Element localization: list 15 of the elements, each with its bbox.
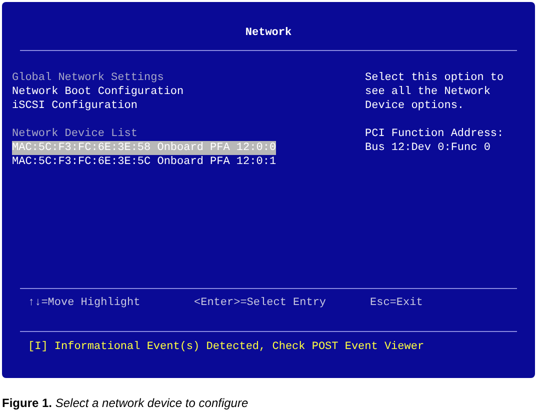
key-hint: ↑↓=Move Highlight [28,296,142,311]
screen-title: Network [244,26,293,40]
menu-item[interactable]: Global Network Settings [12,71,164,85]
menu-item[interactable]: Network Boot Configuration [12,85,184,99]
help-text: Device options. [365,99,466,113]
key-hint: <Enter>=Select Entry [194,296,328,311]
menu-item[interactable]: MAC:5C:F3:FC:6E:3E:5C Onboard PFA 12:0:1 [12,155,276,169]
menu-item[interactable]: iSCSI Configuration [12,99,138,113]
help-text: see all the Network [365,85,492,99]
status-message: [I] Informational Event(s) Detected, Check POST Event Viewer [27,340,426,354]
key-hint: Esc=Exit [370,296,423,311]
help-text: PCI Function Address: [365,127,504,141]
figure-caption: Figure 1. Select a network device to configure [2,395,250,412]
help-text: Select this option to [365,71,504,85]
help-text: Bus 12:Dev 0:Func 0 [365,141,492,155]
